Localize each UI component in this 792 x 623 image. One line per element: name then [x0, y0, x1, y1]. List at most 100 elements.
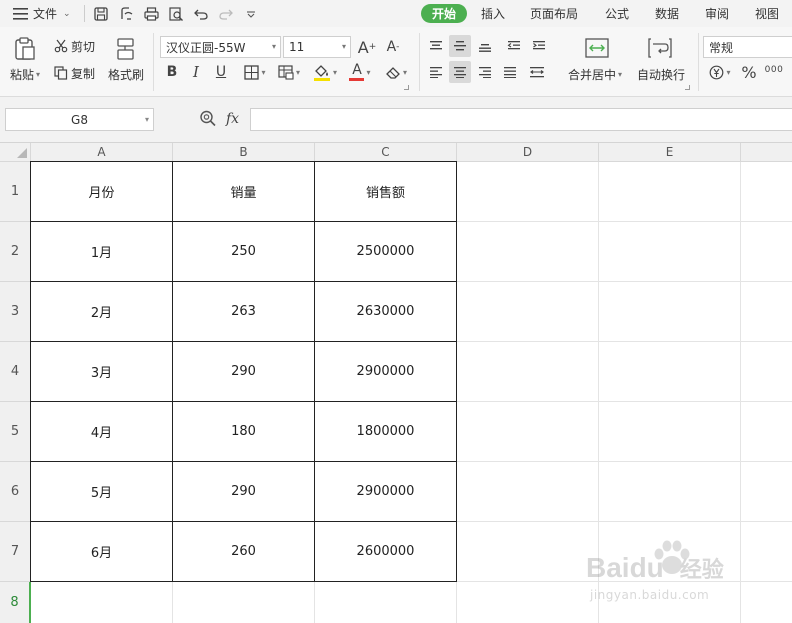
cell-a2[interactable]: 1月: [30, 221, 173, 282]
cell-d7[interactable]: [457, 522, 599, 582]
cut-button[interactable]: 剪切: [54, 38, 95, 54]
cell-b1[interactable]: 销量: [172, 161, 315, 222]
cell-e2[interactable]: [599, 222, 741, 282]
cell-e5[interactable]: [599, 402, 741, 462]
hamburger-menu-icon[interactable]: [10, 0, 30, 27]
cell-f3[interactable]: [741, 282, 792, 342]
align-top-icon[interactable]: [425, 35, 447, 57]
align-middle-icon[interactable]: [449, 35, 471, 57]
underline-button[interactable]: U: [212, 61, 230, 83]
cell-e8[interactable]: [599, 582, 741, 623]
cell-b3[interactable]: 263: [172, 281, 315, 342]
cell-f5[interactable]: [741, 402, 792, 462]
cell-b6[interactable]: 290: [172, 461, 315, 522]
cell-f4[interactable]: [741, 342, 792, 402]
column-header-c[interactable]: C: [315, 143, 457, 162]
column-header-a[interactable]: A: [31, 143, 173, 162]
cell-e3[interactable]: [599, 282, 741, 342]
tab-data[interactable]: 数据: [655, 0, 679, 27]
tab-page-layout[interactable]: 页面布局: [530, 0, 578, 27]
row-header-6[interactable]: 6: [0, 462, 31, 522]
print-icon[interactable]: [141, 0, 161, 27]
alignment-dialog-launcher[interactable]: [685, 85, 690, 90]
font-size-select[interactable]: 11 ▾: [283, 36, 351, 58]
cell-b5[interactable]: 180: [172, 401, 315, 462]
cell-d2[interactable]: [457, 222, 599, 282]
cell-a6[interactable]: 5月: [30, 461, 173, 522]
tab-home[interactable]: 开始: [421, 4, 468, 23]
cell-f6[interactable]: [741, 462, 792, 522]
wrap-text-icon[interactable]: [646, 37, 674, 59]
row-header-7[interactable]: 7: [0, 522, 31, 582]
cell-a5[interactable]: 4月: [30, 401, 173, 462]
cell-d6[interactable]: [457, 462, 599, 522]
font-color-button[interactable]: A ▾: [345, 61, 375, 83]
fill-color-button[interactable]: ▾: [310, 61, 340, 83]
tab-formulas[interactable]: 公式: [605, 0, 629, 27]
number-format-select[interactable]: 常规: [703, 36, 792, 58]
cell-c6[interactable]: 2900000: [314, 461, 457, 522]
cell-f2[interactable]: [741, 222, 792, 282]
justify-icon[interactable]: [499, 61, 521, 83]
cell-e7[interactable]: [599, 522, 741, 582]
zoom-formula-icon[interactable]: [199, 109, 217, 129]
merge-center-button[interactable]: 合并居中 ▾: [568, 67, 622, 82]
cell-d3[interactable]: [457, 282, 599, 342]
bold-button[interactable]: B: [163, 61, 181, 83]
cell-f7[interactable]: [741, 522, 792, 582]
row-header-1[interactable]: 1: [0, 162, 31, 222]
decrease-font-size-icon[interactable]: A-: [383, 36, 403, 58]
align-right-icon[interactable]: [474, 61, 496, 83]
align-left-icon[interactable]: [425, 61, 447, 83]
row-header-4[interactable]: 4: [0, 342, 31, 402]
font-dialog-launcher[interactable]: [404, 85, 409, 90]
cell-c1[interactable]: 销售额: [314, 161, 457, 222]
cell-b2[interactable]: 250: [172, 221, 315, 282]
cell-f8[interactable]: [741, 582, 792, 623]
paste-icon[interactable]: [11, 36, 39, 62]
cell-c2[interactable]: 2500000: [314, 221, 457, 282]
column-header-e[interactable]: E: [599, 143, 741, 162]
cell-b7[interactable]: 260: [172, 521, 315, 582]
cell-d5[interactable]: [457, 402, 599, 462]
name-box[interactable]: G8 ▾: [5, 108, 154, 131]
cell-f1[interactable]: [741, 162, 792, 222]
cell-style-button[interactable]: ▾: [274, 61, 304, 83]
file-menu[interactable]: 文件 ⌄: [33, 0, 71, 27]
cell-b8[interactable]: [173, 582, 315, 623]
undo-icon[interactable]: [191, 0, 211, 27]
row-header-8[interactable]: 8: [0, 582, 31, 623]
column-header-f[interactable]: [741, 143, 792, 162]
cell-d4[interactable]: [457, 342, 599, 402]
format-painter-icon[interactable]: [114, 36, 138, 62]
cell-c3[interactable]: 2630000: [314, 281, 457, 342]
wrap-text-label[interactable]: 自动换行: [637, 67, 685, 82]
increase-font-size-icon[interactable]: A +: [357, 36, 377, 58]
select-all-corner[interactable]: [0, 143, 31, 162]
currency-format-button[interactable]: ▾: [705, 61, 735, 83]
column-header-b[interactable]: B: [173, 143, 315, 162]
tab-view[interactable]: 视图: [755, 0, 779, 27]
cell-c5[interactable]: 1800000: [314, 401, 457, 462]
cell-c4[interactable]: 2900000: [314, 341, 457, 402]
font-name-select[interactable]: 汉仪正圆-55W ▾: [160, 36, 281, 58]
cell-a3[interactable]: 2月: [30, 281, 173, 342]
percent-button[interactable]: %: [738, 61, 760, 83]
cell-a7[interactable]: 6月: [30, 521, 173, 582]
copy-button[interactable]: 复制: [54, 65, 95, 81]
thousands-separator-button[interactable]: 000: [763, 59, 785, 81]
row-header-2[interactable]: 2: [0, 222, 31, 282]
clear-format-button[interactable]: ▾: [381, 61, 411, 83]
cell-e6[interactable]: [599, 462, 741, 522]
customize-toolbar-icon[interactable]: [241, 0, 261, 27]
cell-a4[interactable]: 3月: [30, 341, 173, 402]
cell-b4[interactable]: 290: [172, 341, 315, 402]
insert-function-button[interactable]: fx: [226, 108, 239, 130]
cell-c8[interactable]: [315, 582, 457, 623]
decrease-indent-icon[interactable]: [503, 35, 525, 57]
cell-d1[interactable]: [457, 162, 599, 222]
borders-button[interactable]: ▾: [240, 61, 270, 83]
redo-icon[interactable]: [216, 0, 236, 27]
increase-indent-icon[interactable]: [528, 35, 550, 57]
align-center-icon[interactable]: [449, 61, 471, 83]
